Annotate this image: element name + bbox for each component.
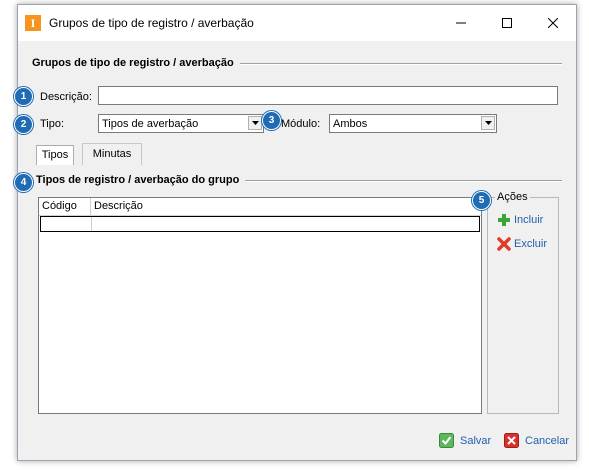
list-title: Tipos de registro / averbação do grupo	[36, 174, 246, 186]
column-divider	[90, 198, 91, 215]
table-row[interactable]	[40, 216, 480, 232]
salvar-button[interactable]: Salvar	[439, 433, 491, 448]
column-header-codigo[interactable]: Código	[42, 200, 77, 212]
types-table[interactable]: Código Descrição	[38, 197, 482, 414]
minimize-button[interactable]	[438, 5, 484, 41]
incluir-label: Incluir	[514, 214, 544, 226]
descricao-input[interactable]	[98, 86, 558, 105]
maximize-button[interactable]	[484, 5, 530, 41]
excluir-label: Excluir	[514, 238, 548, 250]
modulo-select-value: Ambos	[333, 118, 368, 130]
close-icon	[548, 18, 558, 28]
chevron-down-icon	[485, 121, 492, 125]
group-title: Grupos de tipo de registro / averbação	[32, 57, 240, 69]
badge-1: 1	[14, 87, 33, 106]
maximize-icon	[502, 18, 512, 28]
actions-panel	[487, 197, 559, 414]
excluir-button[interactable]: Excluir	[497, 237, 547, 251]
badge-4: 4	[14, 173, 33, 192]
minimize-icon	[456, 22, 466, 24]
plus-icon	[498, 214, 510, 226]
badge-3: 3	[262, 111, 281, 130]
badge-2: 2	[14, 115, 33, 134]
descricao-label: Descrição:	[40, 91, 92, 103]
cancel-icon	[504, 433, 519, 448]
badge-5: 5	[472, 191, 491, 210]
actions-title: Ações	[495, 191, 530, 203]
tipo-select-value: Tipos de averbação	[102, 118, 199, 130]
app-icon: I	[25, 15, 41, 31]
check-icon	[439, 433, 454, 448]
table-header: Código Descrição	[39, 198, 481, 216]
tab-minutas[interactable]: Minutas	[82, 143, 142, 165]
tipo-dropdown-button[interactable]	[248, 116, 262, 130]
modulo-label: Módulo:	[281, 118, 321, 130]
delete-icon	[497, 237, 511, 251]
close-button[interactable]	[530, 5, 576, 41]
tipo-select[interactable]: Tipos de averbação	[98, 114, 264, 133]
row-cell-divider	[91, 217, 92, 231]
cancelar-button[interactable]: Cancelar	[504, 433, 569, 448]
column-header-descricao[interactable]: Descrição	[94, 200, 143, 212]
modulo-select[interactable]: Ambos	[329, 114, 497, 133]
tab-tipos[interactable]: Tipos	[36, 145, 74, 165]
window-title: Grupos de tipo de registro / averbação	[49, 16, 254, 30]
modulo-dropdown-button[interactable]	[481, 116, 495, 130]
dialog-window: I Grupos de tipo de registro / averbação…	[14, 4, 577, 461]
title-bar: I Grupos de tipo de registro / averbação	[18, 5, 576, 41]
chevron-down-icon	[252, 121, 259, 125]
salvar-label: Salvar	[460, 434, 492, 447]
cancelar-label: Cancelar	[525, 434, 570, 447]
tipo-label: Tipo:	[40, 118, 65, 130]
incluir-button[interactable]: Incluir	[497, 213, 543, 227]
